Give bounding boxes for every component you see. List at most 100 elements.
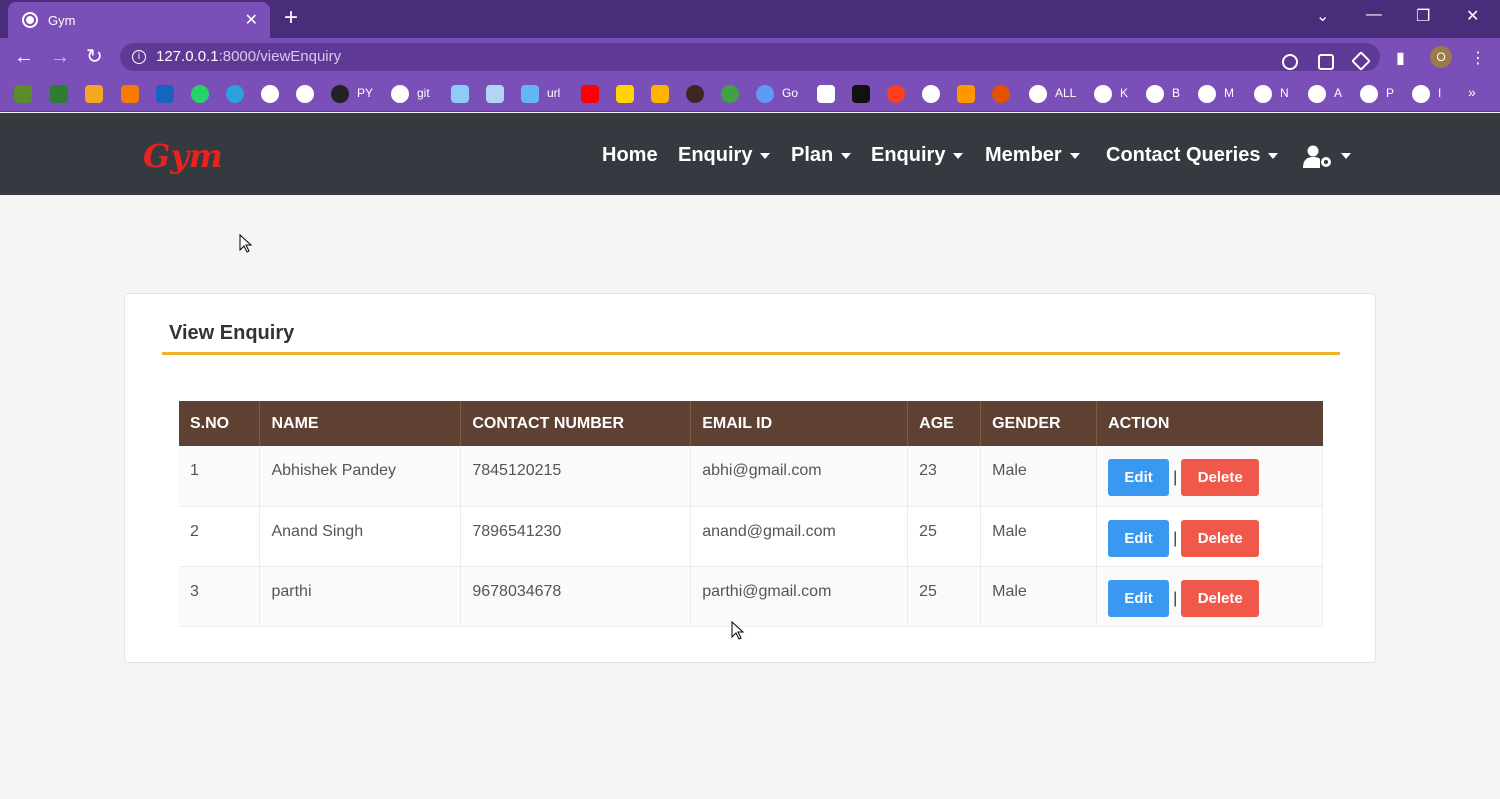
nav-enquiry-dropdown-2[interactable]: Enquiry xyxy=(871,144,964,167)
action-separator: | xyxy=(1173,589,1178,607)
nav-contact-queries-label: Contact Queries xyxy=(1106,144,1261,166)
globe-icon[interactable] xyxy=(1029,85,1047,103)
google-icon[interactable] xyxy=(391,85,409,103)
bookmark-icon[interactable] xyxy=(14,85,32,103)
back-icon[interactable]: ← xyxy=(14,46,34,68)
bookmark-icon[interactable] xyxy=(451,85,469,103)
bookmark-label[interactable]: A xyxy=(1334,86,1342,100)
cell-contact: 7845120215 xyxy=(460,446,692,507)
google-icon[interactable] xyxy=(1146,85,1164,103)
tab-search-icon[interactable]: ⌄ xyxy=(1316,6,1329,26)
brand-logo[interactable]: Gym xyxy=(143,137,223,175)
bookmark-icon[interactable] xyxy=(992,85,1010,103)
google-icon[interactable] xyxy=(1412,85,1430,103)
whatsapp-icon[interactable] xyxy=(191,85,209,103)
bookmark-label[interactable]: M xyxy=(1224,86,1234,100)
google-icon[interactable] xyxy=(1282,54,1298,70)
share-icon[interactable] xyxy=(1318,54,1334,70)
bookmark-label[interactable]: N xyxy=(1280,86,1289,100)
caret-down-icon xyxy=(841,152,852,159)
cell-email: anand@gmail.com xyxy=(690,506,909,567)
bookmark-label[interactable]: B xyxy=(1172,86,1180,100)
bookmark-icon[interactable] xyxy=(852,85,870,103)
google-icon[interactable] xyxy=(296,85,314,103)
google-icon[interactable] xyxy=(261,85,279,103)
cell-age: 23 xyxy=(907,446,982,507)
github-icon[interactable] xyxy=(331,85,349,103)
forward-icon[interactable]: → xyxy=(50,46,70,68)
edit-button[interactable]: Edit xyxy=(1108,579,1170,617)
address-bar[interactable]: i 127.0.0.1:8000/viewEnquiry xyxy=(120,43,1380,71)
cell-contact: 9678034678 xyxy=(460,566,692,627)
edit-button[interactable]: Edit xyxy=(1108,519,1170,557)
google-icon[interactable] xyxy=(1198,85,1216,103)
telegram-icon[interactable] xyxy=(226,85,244,103)
more-bookmarks-icon[interactable]: » xyxy=(1468,84,1476,100)
bookmark-icon[interactable] xyxy=(887,85,905,103)
minimize-icon[interactable]: — xyxy=(1366,6,1382,24)
bookmark-icon[interactable] xyxy=(121,85,139,103)
mouse-cursor-icon xyxy=(239,234,253,253)
bookmark-icon[interactable] xyxy=(156,85,174,103)
table-row: 2 Anand Singh 7896541230 anand@gmail.com… xyxy=(179,506,1323,567)
youtube-icon[interactable] xyxy=(581,85,599,103)
delete-button[interactable]: Delete xyxy=(1181,459,1260,496)
bookmark-icon[interactable] xyxy=(616,85,634,103)
delete-button[interactable]: Delete xyxy=(1181,519,1260,557)
bookmark-star-icon[interactable] xyxy=(1351,51,1371,71)
restore-icon[interactable]: ❐ xyxy=(1416,6,1430,26)
bookmark-label[interactable]: PY xyxy=(357,86,373,100)
table-row: 1 Abhishek Pandey 7845120215 abhi@gmail.… xyxy=(179,446,1323,507)
site-info-icon[interactable]: i xyxy=(132,50,146,64)
mouse-cursor-icon xyxy=(731,621,745,640)
bookmark-icon[interactable] xyxy=(721,85,739,103)
bookmark-label[interactable]: url xyxy=(547,86,560,100)
browser-tab[interactable]: Gym ✕ xyxy=(8,2,270,38)
new-tab-icon[interactable]: + xyxy=(284,4,298,32)
google-icon[interactable] xyxy=(1254,85,1272,103)
cell-gender: Male xyxy=(980,506,1098,567)
bookmark-icon[interactable] xyxy=(957,85,975,103)
bookmark-label[interactable]: Go xyxy=(782,86,798,100)
google-icon[interactable] xyxy=(922,85,940,103)
bookmark-icon[interactable] xyxy=(817,85,835,103)
reload-icon[interactable]: ↻ xyxy=(86,46,103,68)
bookmark-icon[interactable] xyxy=(651,85,669,103)
bookmark-icon[interactable] xyxy=(486,85,504,103)
table-header-row: S.NO NAME CONTACT NUMBER EMAIL ID AGE GE… xyxy=(179,401,1323,446)
nav-member-dropdown[interactable]: Member xyxy=(985,144,1080,167)
delete-button[interactable]: Delete xyxy=(1181,579,1260,617)
nav-enquiry-dropdown[interactable]: Enquiry xyxy=(678,144,771,167)
bookmark-icon[interactable] xyxy=(50,85,68,103)
nav-contact-queries-dropdown[interactable]: Contact Queries xyxy=(1106,144,1279,167)
browser-toolbar: ← → ↻ i 127.0.0.1:8000/viewEnquiry ▮ ⋮ xyxy=(0,38,1500,76)
user-settings-dropdown[interactable] xyxy=(1303,145,1333,169)
close-tab-icon[interactable]: ✕ xyxy=(245,10,258,30)
bookmark-label[interactable]: I xyxy=(1438,86,1441,100)
bookmark-icon[interactable] xyxy=(85,85,103,103)
nav-home[interactable]: Home xyxy=(602,144,658,167)
bookmark-icon[interactable] xyxy=(686,85,704,103)
column-header: S.NO xyxy=(179,401,261,446)
google-icon[interactable] xyxy=(1360,85,1378,103)
google-icon[interactable] xyxy=(1094,85,1112,103)
google-icon[interactable] xyxy=(1308,85,1326,103)
side-panel-icon[interactable]: ▮ xyxy=(1396,48,1405,70)
nav-plan-dropdown[interactable]: Plan xyxy=(791,144,852,167)
bookmark-label[interactable]: git xyxy=(417,86,430,100)
edit-button[interactable]: Edit xyxy=(1108,459,1170,496)
bookmark-label[interactable]: ALL xyxy=(1055,86,1076,100)
cell-age: 25 xyxy=(907,566,982,627)
caret-down-icon[interactable] xyxy=(1341,153,1351,159)
window-close-icon[interactable]: ✕ xyxy=(1466,6,1479,26)
cell-sno: 2 xyxy=(179,506,261,567)
bookmark-icon[interactable] xyxy=(521,85,539,103)
profile-avatar[interactable]: O xyxy=(1430,46,1452,68)
enquiry-table: S.NO NAME CONTACT NUMBER EMAIL ID AGE GE… xyxy=(179,401,1323,627)
bookmark-icon[interactable] xyxy=(756,85,774,103)
nav-home-label: Home xyxy=(602,144,658,166)
menu-icon[interactable]: ⋮ xyxy=(1470,48,1486,70)
tab-title: Gym xyxy=(48,12,76,28)
bookmark-label[interactable]: K xyxy=(1120,86,1128,100)
bookmark-label[interactable]: P xyxy=(1386,86,1394,100)
